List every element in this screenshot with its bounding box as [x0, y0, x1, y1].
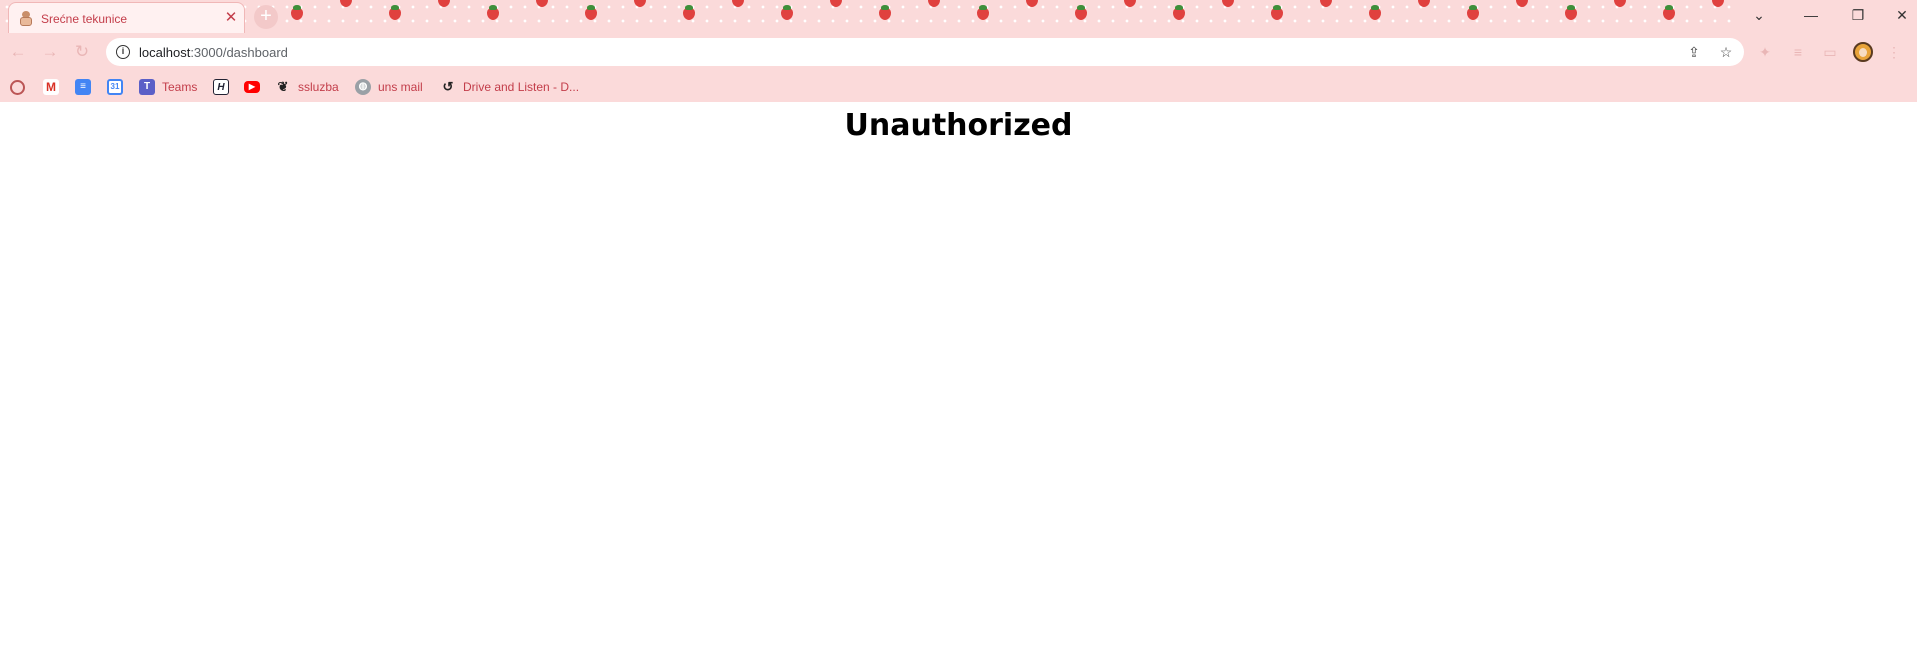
strawberry-icon [1564, 5, 1578, 21]
side-panel-icon[interactable]: ▭ [1820, 42, 1840, 62]
strawberry-icon [976, 5, 990, 21]
teams-icon: T [139, 79, 155, 95]
strawberry-icon [1662, 5, 1676, 21]
strawberry-theme-pattern [0, 0, 1917, 33]
strawberry-icon [290, 5, 304, 21]
bookmark-item[interactable] [10, 77, 32, 97]
strawberry-icon [1172, 5, 1186, 21]
browser-toolbar: ← → ↻ i localhost:3000/dashboard ⇪ ☆ ✦ ≡… [0, 33, 1917, 71]
strawberry-icon [633, 0, 647, 8]
ssluzba-icon: ❦ [277, 79, 289, 94]
menu-kebab-icon[interactable]: ⋮ [1884, 42, 1904, 62]
share-icon[interactable]: ⇪ [1684, 42, 1704, 62]
bookmark-item-teams[interactable]: T Teams [139, 77, 197, 97]
extension-puzzle-icon[interactable]: ✦ [1755, 42, 1775, 62]
strawberry-icon [1466, 5, 1480, 21]
tab-close-icon[interactable]: ✕ [223, 9, 239, 27]
bookmark-label: Teams [162, 80, 198, 94]
strawberry-icon [1074, 5, 1088, 21]
strawberry-icon [927, 0, 941, 8]
tab-title: Srećne tekunice [41, 12, 128, 26]
strawberry-icon [437, 0, 451, 8]
strawberry-icon [1319, 0, 1333, 8]
h-logo-icon: H [213, 79, 229, 95]
globe-icon: ◍ [355, 79, 371, 95]
strawberry-icon [682, 5, 696, 21]
bookmark-item-h[interactable]: H [213, 77, 236, 97]
reading-list-icon[interactable]: ≡ [1788, 42, 1808, 62]
strawberry-icon [1711, 0, 1725, 8]
bookmark-item-calendar[interactable]: 31 [107, 77, 130, 97]
circle-icon [10, 79, 25, 95]
new-tab-button[interactable]: + [254, 5, 278, 29]
gmail-icon: M [43, 79, 59, 95]
bookmark-label: ssluzba [298, 80, 339, 94]
strawberry-icon [1515, 0, 1529, 8]
bookmark-item-youtube[interactable]: ▶ [244, 77, 267, 97]
bookmark-item-uns-mail[interactable]: ◍ uns mail [355, 77, 423, 97]
address-bar[interactable]: i localhost:3000/dashboard ⇪ ☆ [106, 38, 1744, 66]
url-host: localhost [139, 45, 191, 60]
site-info-icon[interactable]: i [116, 45, 130, 59]
bookmark-item-ssluzba[interactable]: ❦ ssluzba [275, 77, 339, 97]
strawberry-icon [731, 0, 745, 8]
bookmark-item-drive-listen[interactable]: ↺ Drive and Listen - D... [440, 77, 580, 97]
active-tab[interactable]: Srećne tekunice ✕ [8, 2, 245, 33]
reload-icon[interactable]: ↻ [70, 40, 94, 64]
window-controls: ⌄ — ❐ ✕ [1734, 0, 1917, 30]
bookmark-star-icon[interactable]: ☆ [1716, 42, 1736, 62]
forward-arrow-icon[interactable]: → [38, 40, 62, 64]
restore-button[interactable]: ❐ [1843, 3, 1873, 27]
strawberry-icon [486, 5, 500, 21]
docs-icon: ≡ [75, 79, 91, 95]
strawberry-icon [339, 0, 353, 8]
back-arrow-icon[interactable]: ← [6, 40, 30, 64]
window-close-button[interactable]: ✕ [1887, 3, 1917, 27]
strawberry-icon [1270, 5, 1284, 21]
drive-listen-icon: ↺ [442, 79, 454, 94]
hamster-favicon-icon [19, 11, 33, 26]
strawberry-icon [1417, 0, 1431, 8]
strawberry-icon [1123, 0, 1137, 8]
bookmark-item-docs[interactable]: ≡ [75, 77, 98, 97]
strawberry-icon [388, 5, 402, 21]
bookmark-label: uns mail [378, 80, 423, 94]
strawberry-icon [829, 0, 843, 8]
url-path: :3000/dashboard [190, 45, 288, 60]
strawberry-icon [1221, 0, 1235, 8]
youtube-icon: ▶ [244, 81, 260, 93]
bookmark-label: Drive and Listen - D... [463, 80, 580, 94]
strawberry-icon [1368, 5, 1382, 21]
strawberry-icon [584, 5, 598, 21]
profile-avatar[interactable] [1853, 42, 1873, 62]
url-text[interactable]: localhost:3000/dashboard [139, 45, 288, 60]
minimize-button[interactable]: — [1796, 3, 1826, 27]
bookmarks-bar: M ≡ 31 T Teams H ▶ ❦ ssluzba ◍ uns mail … [0, 71, 1917, 102]
title-bar: Srećne tekunice ✕ + ⌄ — ❐ ✕ [0, 0, 1917, 33]
strawberry-icon [1613, 0, 1627, 8]
bookmark-item-gmail[interactable]: M [43, 77, 66, 97]
strawberry-icon [535, 0, 549, 8]
page-title: Unauthorized [844, 108, 1073, 143]
strawberry-icon [780, 5, 794, 21]
page-content: Unauthorized [0, 102, 1917, 667]
tab-search-chevron-icon[interactable]: ⌄ [1744, 3, 1774, 27]
calendar-icon: 31 [107, 79, 123, 95]
strawberry-icon [878, 5, 892, 21]
strawberry-icon [1025, 0, 1039, 8]
